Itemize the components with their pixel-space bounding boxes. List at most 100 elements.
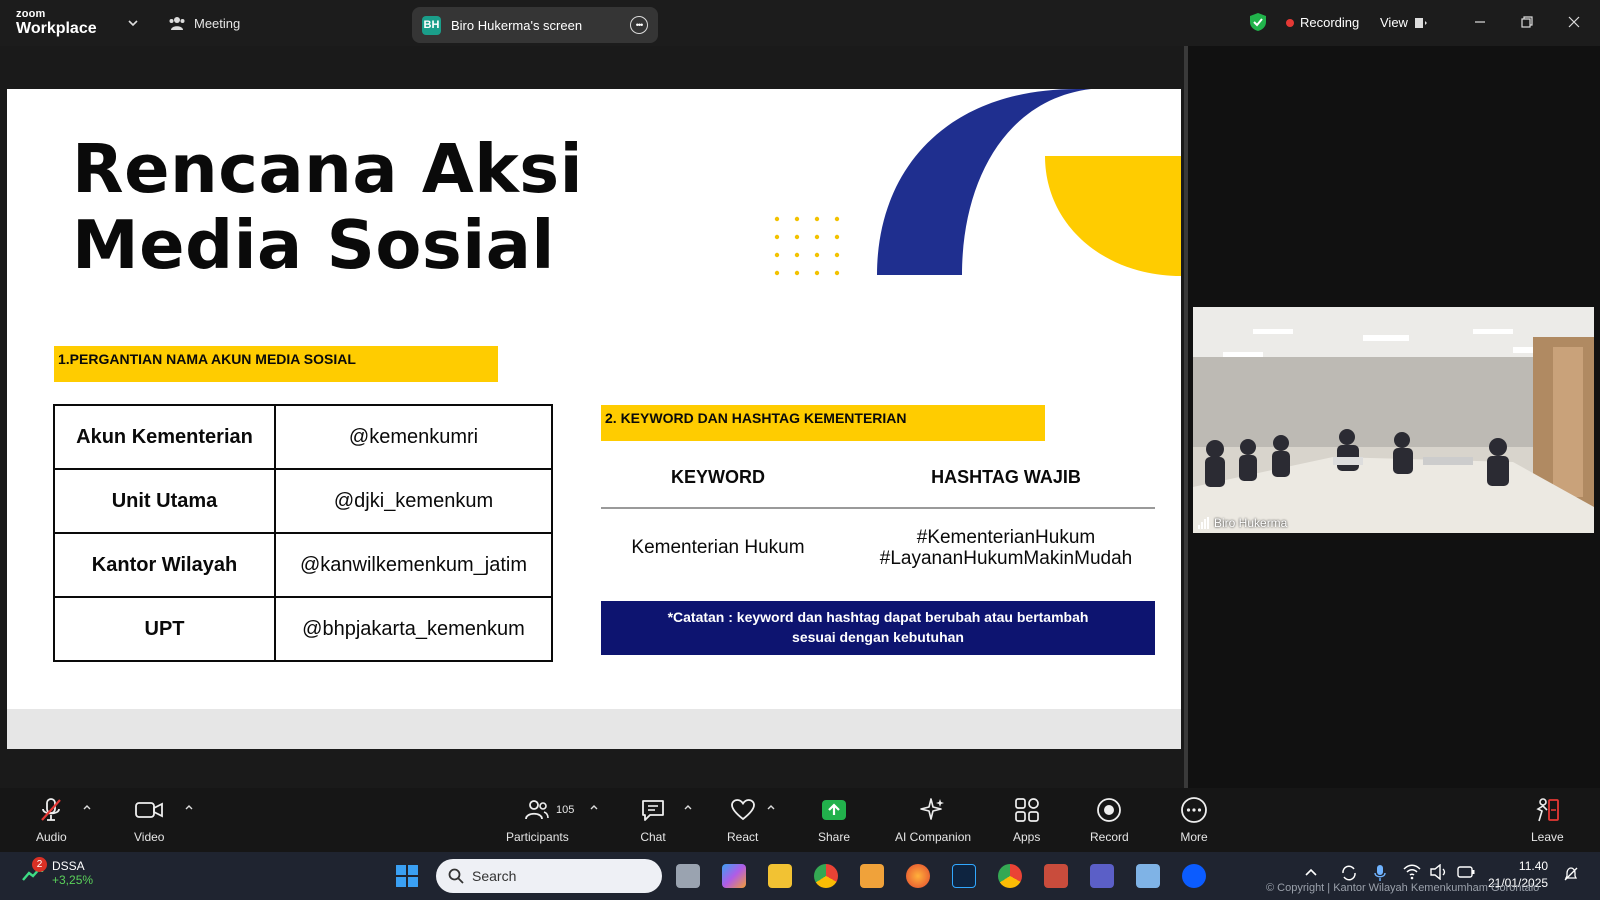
recording-indicator[interactable]: Recording: [1286, 15, 1359, 30]
table-row: UPT @bhpjakarta_kemenkum: [53, 596, 553, 662]
restore-button[interactable]: [1516, 11, 1538, 33]
encryption-shield-icon[interactable]: [1249, 12, 1267, 32]
more-options-icon[interactable]: •••: [630, 16, 648, 34]
account-handle: @djki_kemenkum: [274, 468, 553, 534]
react-button[interactable]: React: [727, 796, 758, 844]
sync-icon[interactable]: [1340, 864, 1358, 882]
chevron-down-icon[interactable]: [126, 16, 140, 30]
slide-note: *Catatan : keyword dan hashtag dapat ber…: [601, 601, 1155, 655]
zoom-workplace-logo: zoom Workplace: [16, 9, 97, 37]
slide-title: Rencana Aksi Media Sosial: [72, 131, 583, 283]
shared-screen-indicator[interactable]: BH Biro Hukerma's screen •••: [412, 7, 658, 43]
firefox-icon[interactable]: [906, 864, 930, 888]
chat-button[interactable]: Chat: [640, 796, 666, 844]
record-button[interactable]: Record: [1090, 796, 1129, 844]
media-player-icon[interactable]: [860, 864, 884, 888]
leave-button[interactable]: Leave: [1531, 796, 1564, 844]
slide-title-line1: Rencana Aksi: [72, 130, 584, 208]
copyright-watermark: © Copyright | Kantor Wilayah Kemenkumham…: [1266, 882, 1540, 894]
chrome-icon[interactable]: [814, 864, 838, 888]
store-icon[interactable]: [1044, 864, 1068, 888]
presenter-initials: BH: [422, 15, 441, 35]
zoom-taskbar-icon[interactable]: [1182, 864, 1206, 888]
task-view-icon[interactable]: [676, 864, 700, 888]
apps-icon: [1014, 798, 1039, 822]
apps-label: Apps: [1013, 830, 1041, 844]
sparkle-icon: [920, 798, 945, 820]
more-dots-icon: [1181, 797, 1207, 823]
more-button[interactable]: More: [1180, 796, 1208, 844]
wifi-icon[interactable]: [1403, 864, 1421, 880]
ai-companion-label: AI Companion: [895, 830, 972, 844]
file-explorer-icon[interactable]: [768, 864, 792, 888]
taskbar-search[interactable]: Search: [436, 859, 662, 893]
shared-screen-label: Biro Hukerma's screen: [451, 17, 583, 33]
chrome-profile-icon[interactable]: [998, 864, 1022, 888]
note-line1: *Catatan : keyword dan hashtag dapat ber…: [667, 609, 1089, 625]
audio-options-chevron-icon[interactable]: [82, 802, 92, 812]
microphone-muted-icon: [41, 798, 62, 821]
account-label: UPT: [53, 596, 276, 662]
keyword-value: Kementerian Hukum: [631, 537, 805, 558]
volume-icon[interactable]: [1430, 864, 1448, 880]
apps-button[interactable]: Apps: [1013, 796, 1040, 844]
video-button[interactable]: Video: [134, 796, 164, 844]
decorative-yellow-quarter-circle: [1045, 156, 1181, 276]
leave-label: Leave: [1531, 830, 1564, 844]
hashtag-column-header: HASHTAG WAJIB: [931, 467, 1081, 487]
recording-label: Recording: [1300, 15, 1360, 30]
share-screen-icon: [822, 800, 847, 820]
view-button[interactable]: View: [1380, 15, 1428, 30]
video-options-chevron-icon[interactable]: [184, 802, 194, 812]
chat-label: Chat: [640, 830, 666, 844]
table-row: Akun Kementerian @kemenkumri: [53, 404, 553, 470]
signal-strength-icon: [1198, 517, 1209, 529]
teams-icon[interactable]: [1090, 864, 1114, 888]
react-options-chevron-icon[interactable]: [766, 802, 776, 812]
minimize-icon: [1475, 21, 1485, 23]
copilot-icon[interactable]: [722, 864, 746, 888]
notification-bell-icon[interactable]: [1563, 866, 1579, 882]
search-icon: [448, 868, 464, 884]
stock-widget[interactable]: 2 DSSA +3,25%: [22, 857, 93, 887]
microphone-tray-icon[interactable]: [1373, 864, 1387, 882]
view-layout-icon: [1414, 17, 1427, 28]
table-row: Unit Utama @djki_kemenkum: [53, 468, 553, 534]
audio-label: Audio: [36, 830, 67, 844]
battery-icon[interactable]: [1457, 865, 1475, 879]
brand-bottom: Workplace: [16, 20, 97, 37]
share-label: Share: [818, 830, 851, 844]
share-button[interactable]: Share: [818, 796, 850, 844]
brand-top: zoom: [16, 8, 46, 20]
account-label: Kantor Wilayah: [53, 532, 276, 598]
participants-options-chevron-icon[interactable]: [589, 802, 599, 812]
hashtag-1: #KementerianHukum: [916, 527, 1096, 548]
ai-companion-button[interactable]: AI Companion: [895, 796, 971, 844]
participants-label: Participants: [506, 830, 569, 844]
view-label: View: [1380, 15, 1408, 30]
meeting-label: Meeting: [194, 15, 241, 31]
audio-button[interactable]: Audio: [36, 796, 67, 844]
participants-icon: [525, 800, 550, 820]
leave-icon: [1536, 798, 1560, 822]
slide-title-line2: Media Sosial: [72, 206, 555, 284]
notification-badge: 2: [32, 857, 47, 872]
participant-video[interactable]: Biro Hukerma: [1193, 307, 1594, 533]
account-label: Akun Kementerian: [53, 404, 276, 470]
close-button[interactable]: [1563, 11, 1585, 33]
show-hidden-icons-chevron-icon[interactable]: [1304, 866, 1318, 880]
more-label: More: [1180, 830, 1208, 844]
heart-icon: [730, 799, 755, 821]
photoshop-icon[interactable]: [952, 864, 976, 888]
chat-bubble-icon: [642, 800, 664, 821]
react-label: React: [727, 830, 759, 844]
photos-icon[interactable]: [1136, 864, 1160, 888]
account-handle: @bhpjakarta_kemenkum: [274, 596, 553, 662]
meeting-info-button[interactable]: Meeting: [168, 15, 240, 31]
chat-options-chevron-icon[interactable]: [683, 802, 693, 812]
participant-name: Biro Hukerma: [1214, 516, 1288, 530]
account-handle: @kemenkumri: [274, 404, 553, 470]
windows-start-icon[interactable]: [395, 864, 419, 888]
section2-heading: 2. KEYWORD DAN HASHTAG KEMENTERIAN: [601, 405, 1045, 441]
minimize-button[interactable]: [1469, 11, 1491, 33]
